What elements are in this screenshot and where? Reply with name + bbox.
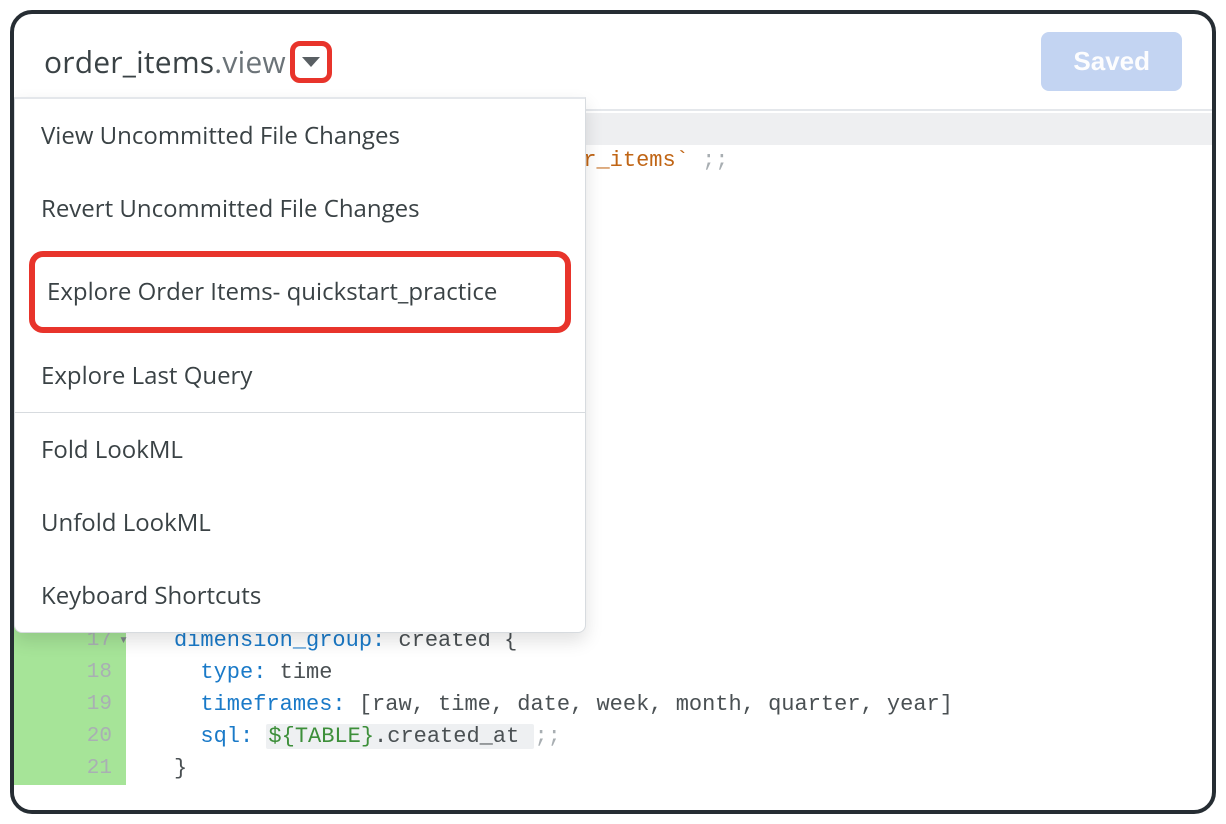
- menu-fold-lookml[interactable]: Fold LookML: [15, 413, 585, 486]
- file-dropdown-menu: View Uncommitted File Changes Revert Unc…: [14, 97, 586, 633]
- menu-unfold-lookml[interactable]: Unfold LookML: [15, 486, 585, 559]
- menu-explore-order-items[interactable]: Explore Order Items- quickstart_practice: [29, 251, 571, 333]
- save-button[interactable]: Saved: [1041, 32, 1182, 91]
- code-line: timeframes: [raw, time, date, week, mont…: [174, 689, 1212, 721]
- menu-view-uncommitted[interactable]: View Uncommitted File Changes: [15, 99, 585, 172]
- code-line: }: [174, 753, 1212, 785]
- file-menu-trigger[interactable]: [290, 41, 332, 83]
- line-number: 20: [14, 721, 126, 753]
- line-number: 19: [14, 689, 126, 721]
- menu-keyboard-shortcuts[interactable]: Keyboard Shortcuts: [15, 559, 585, 632]
- file-name-ext: .view: [214, 41, 286, 82]
- chevron-down-icon: [302, 57, 320, 67]
- menu-revert-uncommitted[interactable]: Revert Uncommitted File Changes: [15, 172, 585, 245]
- code-line: sql: ${TABLE}.created_at ;;: [174, 721, 1212, 753]
- code-line: type: time: [174, 657, 1212, 689]
- file-title-group: order_items.view: [44, 41, 332, 83]
- app-frame: order_items.view Saved 2: [10, 10, 1216, 814]
- file-name-base: order_items: [44, 41, 214, 82]
- menu-explore-last-query[interactable]: Explore Last Query: [15, 339, 585, 412]
- line-number: 21: [14, 753, 126, 785]
- line-number: 18: [14, 657, 126, 689]
